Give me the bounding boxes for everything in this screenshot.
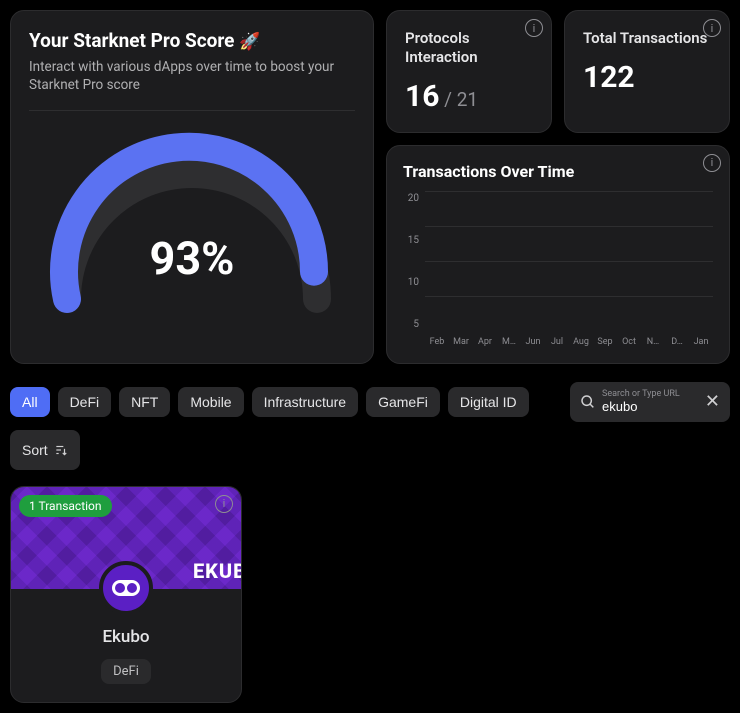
chart-x-label: N… — [641, 337, 665, 347]
transactions-card: i Total Transactions 122 — [564, 10, 730, 133]
search-field[interactable]: Search or Type URL ✕ — [570, 382, 730, 422]
chart-x-label: Feb — [425, 337, 449, 347]
chart-x-label: Jul — [545, 337, 569, 347]
chart-x-label: Apr — [473, 337, 497, 347]
app-banner-text: EKUB — [193, 559, 242, 583]
transactions-chart-card: i Transactions Over Time 2015105 FebMarA… — [386, 145, 730, 364]
transactions-label: Total Transactions — [583, 29, 711, 48]
sort-label: Sort — [22, 442, 48, 458]
apps-grid: EKUB 1 Transaction i Ekubo DeFi — [10, 486, 730, 703]
tx-badge: 1 Transaction — [19, 495, 112, 517]
protocols-count: 16 — [405, 79, 439, 114]
chart-x-label: Jan — [689, 337, 713, 347]
filter-chip-defi[interactable]: DeFi — [58, 387, 112, 417]
info-icon[interactable]: i — [703, 154, 721, 172]
score-title-text: Your Starknet Pro Score — [29, 29, 234, 52]
chart-x-label: Mar — [449, 337, 473, 347]
filter-bar: All DeFiNFT Mobile Infrastructure GameFi Digi… — [10, 382, 730, 470]
protocols-value: 16 / 21 — [405, 79, 533, 114]
info-icon[interactable]: i — [525, 19, 543, 37]
search-input[interactable] — [602, 399, 703, 414]
clear-search-button[interactable]: ✕ — [703, 391, 722, 412]
chart-x-label: D… — [665, 337, 689, 347]
rocket-icon: 🚀 — [239, 32, 260, 52]
sort-button[interactable]: Sort — [10, 430, 80, 470]
chart-x-label: Aug — [569, 337, 593, 347]
protocols-label: Protocols Interaction — [405, 29, 533, 67]
divider — [29, 110, 355, 111]
app-avatar — [99, 561, 153, 615]
chart-y-axis: 2015105 — [403, 191, 425, 331]
score-percent: 93% — [29, 232, 355, 285]
search-icon — [580, 394, 596, 410]
chart-x-label: Jun — [521, 337, 545, 347]
chart-plot — [425, 191, 713, 331]
chart-x-label: Oct — [617, 337, 641, 347]
filter-chip-digital-id[interactable]: Digital ID — [448, 387, 529, 417]
score-subtitle: Interact with various dApps over time to… — [29, 58, 339, 94]
app-card[interactable]: EKUB 1 Transaction i Ekubo DeFi — [10, 486, 242, 703]
chart-title: Transactions Over Time — [403, 162, 713, 181]
chart-area: 2015105 — [403, 191, 713, 331]
filter-chip-nft[interactable]: NFT — [119, 387, 170, 417]
transactions-value: 122 — [583, 60, 711, 95]
filter-chip-infrastructure[interactable]: Infrastructure — [252, 387, 358, 417]
info-icon[interactable]: i — [703, 19, 721, 37]
protocols-sep: / — [439, 88, 456, 111]
score-card: Your Starknet Pro Score 🚀 Interact with … — [10, 10, 374, 364]
chart-x-label: M… — [497, 337, 521, 347]
score-title: Your Starknet Pro Score 🚀 — [29, 29, 355, 52]
filter-chip-gamefi[interactable]: GameFi — [366, 387, 440, 417]
protocols-max: 21 — [457, 88, 478, 111]
chart-x-axis: FebMarAprM…JunJulAugSepOctN…D…Jan — [425, 337, 713, 347]
filter-chip-mobile[interactable]: Mobile — [178, 387, 243, 417]
filter-chip-all[interactable]: All — [10, 387, 50, 417]
score-gauge: 93% — [29, 123, 355, 329]
info-icon[interactable]: i — [215, 495, 233, 513]
app-name: Ekubo — [27, 627, 225, 647]
sort-icon — [54, 443, 68, 457]
chart-x-label: Sep — [593, 337, 617, 347]
app-category: DeFi — [101, 659, 151, 684]
protocols-card: i Protocols Interaction 16 / 21 — [386, 10, 552, 133]
search-placeholder: Search or Type URL — [602, 390, 703, 399]
